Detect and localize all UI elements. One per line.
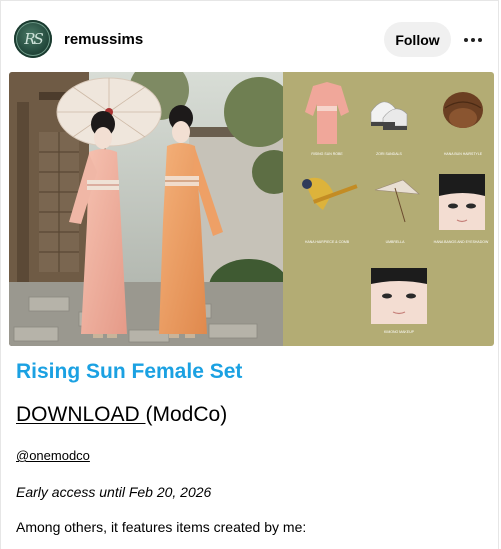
avatar-monogram: RS [24,30,44,48]
umbrella-thumbnail [374,179,420,223]
hair-bun-thumbnail [443,92,483,128]
author-username[interactable]: remussims [64,31,143,48]
body-text: Among others, it features items created … [16,519,307,535]
catalog-label: HANA BANGS AND EYESHADOW [433,240,489,244]
avatar[interactable]: RS [14,20,52,58]
catalog-label: HANA HAIRPIECE & COMB [304,240,350,244]
sandals-thumbnail [370,101,408,130]
catalog-label: ZORI SANDALS [376,152,402,156]
makeup-face-thumbnail [371,268,427,324]
follow-button[interactable]: Follow [384,22,451,57]
post-header: RS remussims Follow [0,0,501,72]
face-bangs-thumbnail [439,174,485,230]
download-link[interactable]: DOWNLOAD [16,403,146,426]
catalog-label: KIMONO MAKEUP [384,330,414,334]
download-line: DOWNLOAD (ModCo) [16,403,227,427]
catalog-illustration [302,82,485,324]
catalog-label: UMBRELLA [385,240,405,244]
photo-illustration [9,72,283,346]
photo-panel [9,72,283,346]
item-catalog-panel: RISING SUN ROBE ZORI SANDALS HANA BUN HA… [283,72,494,346]
catalog-label: HANA BUN HAIRSTYLE [443,152,483,156]
post-title: Rising Sun Female Set [16,360,243,383]
mention-link[interactable]: @onemodco [16,448,90,463]
early-access-text: Early access until Feb 20, 2026 [16,484,212,500]
download-suffix: (ModCo) [145,403,228,426]
robe-thumbnail [305,82,349,144]
hairpiece-thumbnail [302,177,358,210]
catalog-label: RISING SUN ROBE [311,152,343,156]
post-image[interactable]: RISING SUN ROBE ZORI SANDALS HANA BUN HA… [9,72,494,346]
ellipsis-icon[interactable] [459,27,487,53]
